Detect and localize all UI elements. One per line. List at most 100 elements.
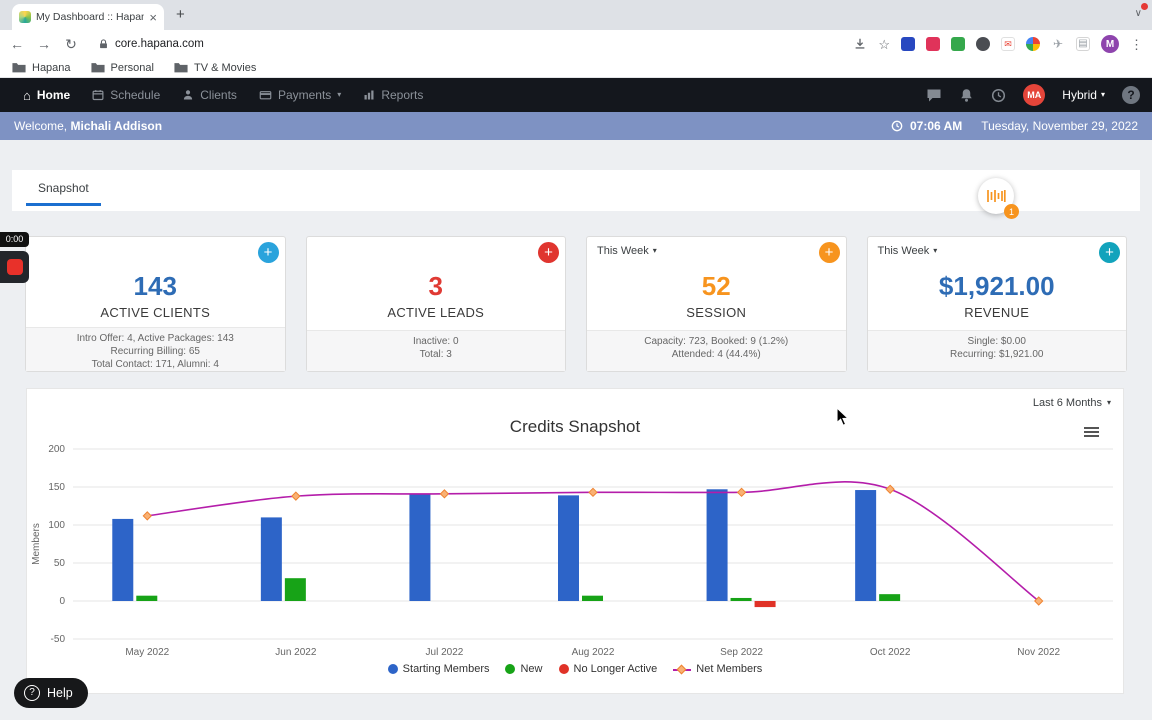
browser-profile-avatar[interactable]: M xyxy=(1101,35,1119,53)
recorder-timer[interactable]: 0:00 xyxy=(0,232,29,247)
browser-tab[interactable]: My Dashboard :: Hapana | Tak × xyxy=(12,4,164,30)
role-dropdown[interactable]: Hybrid ▾ xyxy=(1062,88,1105,102)
tab-search-chevron-icon[interactable]: ∨ xyxy=(1135,8,1142,19)
nav-home-label: Home xyxy=(36,88,71,102)
tab-title: My Dashboard :: Hapana | Tak xyxy=(36,11,145,23)
reload-icon[interactable]: ↻ xyxy=(63,37,79,51)
svg-text:Sep 2022: Sep 2022 xyxy=(720,647,763,658)
credits-snapshot-card: Last 6 Months ▾ Credits Snapshot 200 150 1… xyxy=(26,388,1124,694)
nav-schedule-label: Schedule xyxy=(110,88,161,102)
active-leads-label: ACTIVE LEADS xyxy=(387,305,485,320)
forward-icon[interactable]: → xyxy=(36,37,52,51)
date-range-label: Last 6 Months xyxy=(1032,397,1102,409)
extension-red-icon[interactable] xyxy=(926,37,940,51)
active-clients-card: + 143 ACTIVE CLIENTS Intro Offer: 4, Act… xyxy=(25,236,286,372)
current-time: 07:06 AM xyxy=(909,119,963,133)
detail-line: Inactive: 0 xyxy=(412,336,459,347)
stat-cards-row: + 143 ACTIVE CLIENTS Intro Offer: 4, Act… xyxy=(25,236,1127,372)
nav-reports[interactable]: Reports xyxy=(352,78,434,112)
add-client-button[interactable]: + xyxy=(257,242,279,263)
svg-text:0: 0 xyxy=(59,596,65,607)
help-label: Help xyxy=(47,686,73,700)
detail-line: Single: $0.00 xyxy=(967,336,1026,347)
bookmark-tv-movies[interactable]: TV & Movies xyxy=(174,62,256,74)
snapshot-widget-button[interactable]: 1 xyxy=(978,178,1019,219)
app-nav: ⌂ Home Schedule Clients Payments ▾ Repor… xyxy=(0,78,1152,112)
bookmark-label: TV & Movies xyxy=(193,61,257,74)
nav-payments-label: Payments xyxy=(277,88,332,102)
bar-chart-icon xyxy=(364,90,374,100)
extension-green-icon[interactable] xyxy=(951,37,965,51)
date-range-dropdown[interactable]: Last 6 Months ▾ xyxy=(1033,397,1111,409)
question-icon: ? xyxy=(24,685,40,701)
legend-label: New xyxy=(520,663,543,675)
add-lead-button[interactable]: + xyxy=(538,242,559,263)
address-bar[interactable]: core.hapana.com xyxy=(90,33,842,55)
nav-payments[interactable]: Payments ▾ xyxy=(248,78,352,112)
session-period-dropdown[interactable]: This Week ▾ xyxy=(597,245,657,257)
legend-item[interactable]: New xyxy=(505,663,543,675)
nav-schedule[interactable]: Schedule xyxy=(81,78,171,112)
extension-blue-icon[interactable] xyxy=(901,37,915,51)
bookmark-hapana[interactable]: Hapana xyxy=(12,62,71,74)
help-circle-icon[interactable]: ? xyxy=(1122,86,1140,104)
recorder-widget[interactable] xyxy=(0,251,29,283)
svg-text:Members: Members xyxy=(31,523,42,565)
url-text: core.hapana.com xyxy=(115,38,204,50)
svg-text:Aug 2022: Aug 2022 xyxy=(572,647,615,658)
session-value: 52 xyxy=(701,271,731,301)
browser-toolbar: ← → ↻ core.hapana.com ☆ ✉ ✈ ▤ M ⋮ xyxy=(0,30,1152,58)
credit-card-icon xyxy=(259,91,272,100)
active-clients-label: ACTIVE CLIENTS xyxy=(100,305,211,320)
detail-line: Total: 3 xyxy=(419,349,452,360)
legend-item[interactable]: Starting Members xyxy=(387,663,489,675)
recording-dot xyxy=(1141,3,1148,10)
gmail-extension-icon[interactable]: ✉ xyxy=(1001,37,1015,51)
detail-line: Recurring: $1,921.00 xyxy=(950,349,1044,360)
bookmark-personal[interactable]: Personal xyxy=(90,62,154,74)
back-icon[interactable]: ← xyxy=(9,37,25,51)
legend-item[interactable]: No Longer Active xyxy=(558,663,657,675)
legend-item[interactable]: Net Members xyxy=(673,663,762,675)
nav-clients[interactable]: Clients xyxy=(171,78,248,112)
add-revenue-button[interactable]: + xyxy=(1099,242,1120,263)
revenue-label: REVENUE xyxy=(964,305,1030,320)
session-card: This Week ▾ + 52 SESSION Capacity: 723, … xyxy=(586,236,847,372)
bookmark-star-icon[interactable]: ☆ xyxy=(878,38,890,51)
browser-menu-icon[interactable]: ⋮ xyxy=(1130,38,1143,51)
active-leads-details: Inactive: 0 Total: 3 xyxy=(306,330,565,371)
tab-close-icon[interactable]: × xyxy=(149,11,157,24)
calendar-icon xyxy=(92,90,104,101)
welcome-greeting: Welcome, xyxy=(14,119,68,133)
bell-icon[interactable] xyxy=(959,87,974,103)
active-leads-card: + 3 ACTIVE LEADS Inactive: 0 Total: 3 xyxy=(305,236,566,372)
extension-circle-icon[interactable] xyxy=(976,37,990,51)
tab-snapshot[interactable]: Snapshot xyxy=(26,176,101,206)
notebook-extension-icon[interactable]: ▤ xyxy=(1076,37,1090,51)
folder-icon xyxy=(12,63,26,73)
hapana-favicon-icon xyxy=(19,11,31,23)
chevron-down-icon: ▾ xyxy=(1106,398,1111,407)
pinwheel-extension-icon[interactable] xyxy=(1026,37,1040,51)
user-avatar[interactable]: MA xyxy=(1023,84,1046,106)
bookmarks-bar: Hapana Personal TV & Movies xyxy=(0,58,1152,78)
nav-home[interactable]: ⌂ Home xyxy=(12,78,81,112)
detail-line: Capacity: 723, Booked: 9 (1.2%) xyxy=(644,336,789,347)
download-icon[interactable] xyxy=(853,37,867,51)
svg-text:Nov 2022: Nov 2022 xyxy=(1017,647,1060,658)
current-date: Tuesday, November 29, 2022 xyxy=(981,119,1138,133)
legend-marker xyxy=(673,664,692,674)
chat-icon[interactable] xyxy=(926,87,942,103)
screen: My Dashboard :: Hapana | Tak × + ∨ ← → ↻… xyxy=(0,0,1152,720)
revenue-period-dropdown[interactable]: This Week ▾ xyxy=(878,245,938,257)
plane-extension-icon[interactable]: ✈ xyxy=(1051,37,1065,51)
new-tab-button[interactable]: + xyxy=(176,6,185,23)
add-session-button[interactable]: + xyxy=(818,242,840,263)
legend-label: Net Members xyxy=(696,663,763,675)
help-button[interactable]: ? Help xyxy=(14,678,88,708)
chevron-down-icon: ▾ xyxy=(337,90,342,99)
home-icon: ⌂ xyxy=(23,87,31,103)
legend-marker xyxy=(505,664,516,674)
bookmark-label: Hapana xyxy=(32,61,71,74)
clock-icon[interactable] xyxy=(991,88,1006,103)
